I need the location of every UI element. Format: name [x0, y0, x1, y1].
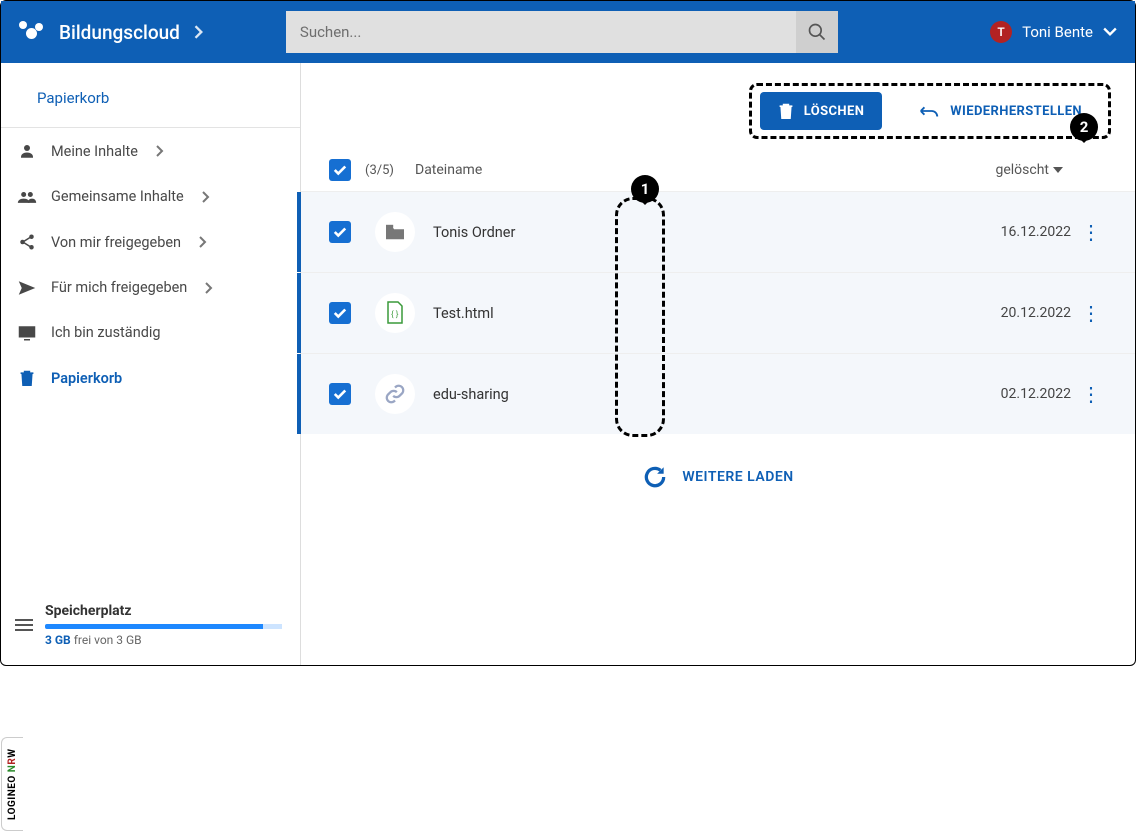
file-date: 02.12.2022	[941, 386, 1071, 402]
menu-icon[interactable]	[15, 619, 33, 631]
row-menu[interactable]: ⋮	[1071, 301, 1111, 325]
sidebar-item-shared-by-me[interactable]: Von mir freigegeben	[1, 219, 300, 265]
trash-icon	[17, 369, 37, 387]
folder-icon	[375, 212, 415, 252]
storage-title: Speicherplatz	[45, 603, 282, 619]
annotation-badge-1: 1	[631, 175, 659, 203]
platform-tab[interactable]: LOGINEO NRW	[1, 737, 23, 831]
table-header: (3/5) Dateiname gelöscht	[301, 153, 1135, 191]
file-table: (3/5) Dateiname gelöscht Tonis Ordner 16…	[301, 153, 1135, 490]
sidebar: Papierkorb Meine Inhalte Gemeinsame Inha…	[1, 63, 301, 665]
sidebar-item-label: Von mir freigegeben	[51, 234, 181, 251]
refresh-icon	[642, 464, 668, 490]
search-container	[286, 11, 838, 53]
delete-button[interactable]: LÖSCHEN	[760, 92, 883, 130]
table-row[interactable]: { } Test.html 20.12.2022 ⋮	[301, 272, 1135, 353]
selection-count: (3/5)	[365, 163, 405, 178]
sidebar-item-shared-with-me[interactable]: Für mich freigegeben	[1, 265, 300, 310]
link-icon	[375, 374, 415, 414]
row-menu[interactable]: ⋮	[1071, 220, 1111, 244]
search-button[interactable]	[796, 11, 838, 53]
storage-subtitle: 3 GB frei von 3 GB	[45, 633, 282, 647]
chevron-right-icon	[202, 191, 210, 203]
sort-desc-icon	[1053, 166, 1063, 174]
avatar: T	[990, 21, 1012, 43]
sidebar-item-my-content[interactable]: Meine Inhalte	[1, 128, 300, 174]
html-file-icon: { }	[375, 293, 415, 333]
chevron-down-icon	[1103, 27, 1117, 37]
user-name: Toni Bente	[1022, 23, 1093, 41]
sidebar-item-trash[interactable]: Papierkorb	[1, 355, 300, 401]
storage-bar	[45, 624, 282, 629]
monitor-icon	[17, 325, 37, 341]
group-icon	[17, 189, 37, 205]
chevron-right-icon	[194, 25, 204, 39]
chevron-right-icon	[199, 236, 207, 248]
sidebar-item-shared-content[interactable]: Gemeinsame Inhalte	[1, 174, 300, 219]
row-checkbox[interactable]	[329, 302, 351, 324]
file-name: Tonis Ordner	[415, 224, 941, 241]
column-deleted[interactable]: gelöscht	[941, 162, 1071, 178]
file-date: 16.12.2022	[941, 224, 1071, 240]
row-checkbox[interactable]	[329, 383, 351, 405]
send-icon	[17, 280, 37, 296]
sidebar-item-label: Papierkorb	[51, 370, 122, 387]
brand-area[interactable]: Bildungscloud	[19, 19, 204, 45]
sidebar-item-label: Ich bin zuständig	[51, 324, 161, 341]
storage-widget: Speicherplatz 3 GB frei von 3 GB	[1, 589, 300, 665]
sidebar-item-responsible[interactable]: Ich bin zuständig	[1, 310, 300, 355]
user-menu[interactable]: T Toni Bente	[990, 21, 1117, 43]
table-row[interactable]: Tonis Ordner 16.12.2022 ⋮	[301, 191, 1135, 272]
sidebar-item-label: Für mich freigegeben	[51, 279, 187, 296]
load-more-button[interactable]: WEITERE LADEN	[301, 434, 1135, 490]
select-all-checkbox[interactable]	[329, 159, 351, 181]
table-row[interactable]: edu-sharing 02.12.2022 ⋮	[301, 353, 1135, 434]
svg-text:{ }: { }	[391, 310, 399, 319]
logo-icon	[19, 19, 45, 45]
column-filename[interactable]: Dateiname	[405, 162, 941, 178]
file-name: edu-sharing	[415, 386, 941, 403]
sidebar-item-label: Gemeinsame Inhalte	[51, 188, 184, 205]
annotation-badge-2: 2	[1070, 113, 1098, 141]
sidebar-item-label: Meine Inhalte	[51, 143, 138, 160]
search-icon	[807, 22, 827, 42]
search-input[interactable]	[286, 11, 796, 53]
row-checkbox[interactable]	[329, 221, 351, 243]
topbar: Bildungscloud T Toni Bente	[1, 1, 1135, 63]
nav: Meine Inhalte Gemeinsame Inhalte Von mir…	[1, 127, 300, 401]
chevron-right-icon	[205, 282, 213, 294]
chevron-right-icon	[156, 145, 164, 157]
trash-icon	[778, 102, 794, 120]
main-content: 2 LÖSCHEN WIEDERHERSTELLEN 1 (3/5) Datei…	[301, 63, 1135, 665]
undo-icon	[918, 104, 940, 118]
brand-title: Bildungscloud	[59, 21, 180, 44]
row-menu[interactable]: ⋮	[1071, 382, 1111, 406]
file-date: 20.12.2022	[941, 305, 1071, 321]
file-name: Test.html	[415, 305, 941, 322]
user-icon	[17, 142, 37, 160]
page-title: Papierkorb	[37, 89, 264, 107]
action-buttons-highlight: LÖSCHEN WIEDERHERSTELLEN	[749, 83, 1111, 139]
share-icon	[17, 233, 37, 251]
